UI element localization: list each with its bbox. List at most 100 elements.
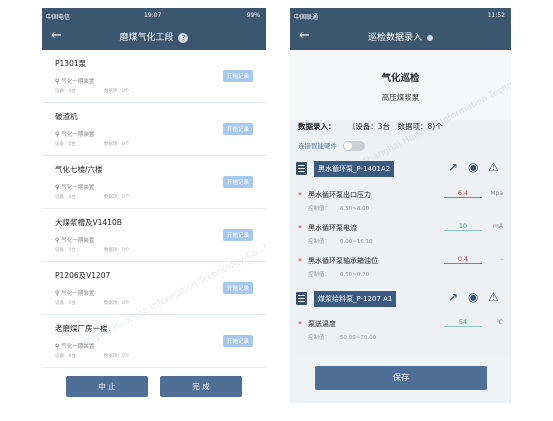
warning-icon[interactable]: ⚠	[488, 160, 499, 174]
param-range: 0.50~0.70	[340, 272, 370, 278]
range-label: 控制值：	[308, 239, 331, 245]
save-button[interactable]: 保存	[315, 366, 487, 390]
item-equip-count: 设备：0台	[55, 195, 76, 200]
location-pin-icon: ⚲	[55, 131, 60, 138]
param-range: 50.00~70.00	[340, 335, 377, 341]
camera-icon[interactable]: ◉	[468, 290, 478, 304]
form-title: 气化巡检	[381, 73, 420, 84]
right-status-bar: 中国联通 11:52	[290, 8, 511, 24]
param-row: * 黑水循环泵出口压力 6.4 Mpa 控制值： 6.50~8.00	[296, 188, 505, 220]
data-entry-summary: 数据录入： （设备：3台 数据项：8)个	[298, 121, 443, 132]
connect-hardware-row: 连接智能硬件	[298, 140, 366, 151]
item-data-count: 数据项：0个	[103, 301, 130, 306]
param-range: 0.00~16.10	[340, 239, 373, 245]
location-pin-icon: ⚲	[55, 184, 60, 191]
item-location: 气化一期装置	[61, 291, 95, 297]
item-data-count: 数据项：0个	[103, 354, 130, 359]
trend-chart-icon[interactable]: ↗	[448, 160, 458, 174]
start-record-button[interactable]: 开始记录	[222, 176, 253, 188]
document-icon	[296, 162, 307, 175]
range-label: 控制值：	[308, 335, 331, 341]
item-equip-count: 设备：0台	[55, 354, 76, 359]
device-header: 煤浆给料泵_P-1207 A1 ↗ ◉ ⚠	[296, 289, 505, 309]
list-item[interactable]: P1206及V1207 ⚲ 气化一期装置 设备：0台 数据项：0个 开始记录	[42, 262, 266, 315]
param-row: * 泵送温度 54 ℃ 控制值： 50.00~70.00	[296, 317, 505, 349]
required-star: *	[298, 320, 302, 329]
item-equip-count: 设备：0台	[55, 142, 76, 147]
page-title: 巡检数据录入	[368, 33, 423, 43]
range-label: 控制值：	[308, 272, 331, 278]
param-value-input[interactable]: 54	[444, 318, 482, 327]
param-value-input[interactable]: 0.4	[444, 255, 482, 264]
start-record-button[interactable]: 开始记录	[222, 335, 253, 347]
carrier-label: 中国电信	[46, 14, 71, 21]
start-record-button[interactable]: 开始记录	[222, 282, 253, 294]
carrier-label: 中国联通	[294, 14, 319, 21]
warning-icon[interactable]: ⚠	[488, 290, 499, 304]
device-name: 煤浆给料泵_P-1207 A1	[314, 291, 397, 307]
item-name: 气化七楼/六楼	[55, 165, 103, 174]
required-star: *	[298, 224, 302, 233]
page-title: 磨煤气化工段	[119, 33, 174, 43]
param-name: 黑水循环泵出口压力	[308, 191, 371, 199]
param-range: 6.50~8.00	[340, 206, 370, 212]
item-data-count: 数据项：0个	[103, 248, 130, 253]
item-name: 破渣机	[55, 112, 78, 121]
param-value-input[interactable]: 10	[444, 222, 482, 231]
stop-button[interactable]: 中 止	[66, 376, 148, 397]
start-record-button[interactable]: 开始记录	[222, 123, 253, 135]
list-item[interactable]: 破渣机 ⚲ 气化一期装置 设备：0台 数据项：0个 开始记录	[42, 103, 266, 156]
device-name: 黑水循环泵_P-1401A2	[314, 161, 395, 177]
param-value-input[interactable]: 6.4	[444, 189, 482, 198]
clock: 19:07	[144, 12, 162, 19]
connect-hardware-label: 连接智能硬件	[298, 142, 337, 150]
help-icon[interactable]: ?	[178, 32, 189, 43]
param-name: 黑水循环泵电流	[308, 224, 357, 232]
list-item[interactable]: 气化七楼/六楼 ⚲ 气化一期装置 设备：0台 数据项：0个 开始记录	[42, 156, 266, 209]
param-unit: -	[500, 256, 503, 263]
param-row: * 黑水循环泵轴承箱油位 0.4 - 控制值： 0.50~0.70	[296, 254, 505, 286]
item-name: 老磨煤厂房一楼	[55, 324, 108, 333]
item-name: P1206及V1207	[55, 271, 111, 280]
trend-chart-icon[interactable]: ↗	[448, 290, 458, 304]
location-pin-icon: ⚲	[55, 78, 60, 85]
data-entry-label: 数据录入：	[298, 122, 336, 131]
item-location: 气化一期装置	[61, 79, 95, 85]
camera-icon[interactable]: ◉	[468, 160, 478, 174]
item-location: 气化一期装置	[61, 238, 95, 244]
list-item[interactable]: 老磨煤厂房一楼 ⚲ 气化一期装置 设备：0台 数据项：0个 开始记录	[42, 315, 266, 368]
inspection-point-list: P1301泵 ⚲ 气化一期装置 设备：0台 数据项：0个 开始记录 破渣机 ⚲ 气化一…	[42, 50, 266, 403]
info-dot-icon	[426, 34, 433, 41]
start-record-button[interactable]: 开始记录	[222, 70, 253, 82]
item-equip-count: 设备：0台	[55, 248, 76, 253]
left-phone-screen: 中国电信 19:07 99% ← 磨煤气化工段 ? P1301泵 ⚲ 气化一期装置…	[42, 8, 266, 403]
item-data-count: 数据项：0个	[103, 89, 130, 94]
clock: 11:52	[487, 12, 505, 19]
battery-level: 99%	[246, 12, 260, 19]
connect-hardware-toggle[interactable]	[343, 141, 366, 151]
data-entry-counts: （设备：3台 数据项：8)个	[351, 122, 443, 131]
complete-button[interactable]: 完 成	[160, 376, 242, 397]
form-header: 气化巡检 高压煤浆泵	[290, 50, 511, 120]
range-label: 控制值：	[308, 206, 331, 212]
param-unit: ℃	[496, 319, 503, 326]
bottom-action-bar: 中 止 完 成	[42, 373, 266, 403]
location-pin-icon: ⚲	[55, 343, 60, 350]
device-header: 黑水循环泵_P-1401A2 ↗ ◉ ⚠	[296, 159, 505, 179]
item-location: 气化一期装置	[61, 132, 95, 138]
start-record-button[interactable]: 开始记录	[222, 229, 253, 241]
required-star: *	[298, 191, 302, 200]
right-app-bar: ← 巡检数据录入	[290, 24, 511, 50]
form-subtitle: 高压煤浆泵	[381, 93, 420, 102]
item-data-count: 数据项：0个	[103, 142, 130, 147]
item-equip-count: 设备：0台	[55, 301, 76, 306]
item-data-count: 数据项：0个	[103, 195, 130, 200]
param-unit: mA	[493, 223, 503, 230]
document-icon	[296, 292, 307, 305]
location-pin-icon: ⚲	[55, 237, 60, 244]
list-item[interactable]: 大煤浆槽及V1410B ⚲ 气化一期装置 设备：0台 数据项：0个 开始记录	[42, 209, 266, 262]
left-status-bar: 中国电信 19:07 99%	[42, 8, 266, 24]
param-name: 黑水循环泵轴承箱油位	[308, 257, 378, 265]
list-item[interactable]: P1301泵 ⚲ 气化一期装置 设备：0台 数据项：0个 开始记录	[42, 50, 266, 103]
param-name: 泵送温度	[308, 320, 336, 328]
